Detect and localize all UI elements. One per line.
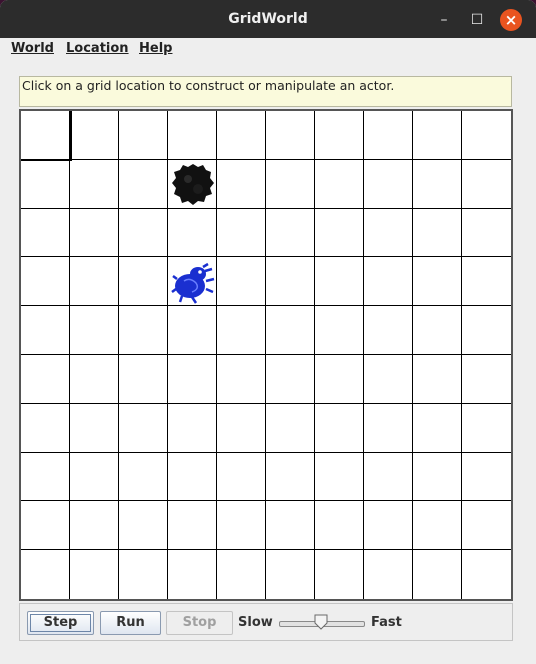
slow-label: Slow [238, 615, 273, 630]
grid-line-vertical [363, 111, 364, 599]
fast-label: Fast [371, 615, 402, 630]
grid-line-vertical [118, 111, 119, 599]
grid-line-horizontal [21, 452, 511, 453]
grid-line-vertical [216, 111, 217, 599]
grid-line-horizontal [21, 256, 511, 257]
menu-bar: World Location Help [0, 38, 536, 60]
menu-location[interactable]: Location [66, 41, 129, 56]
minimize-icon[interactable]: – [433, 9, 455, 31]
menu-location-label: Location [66, 41, 129, 56]
rock-icon[interactable] [170, 161, 216, 211]
grid-line-horizontal [21, 354, 511, 355]
bug-icon[interactable] [170, 259, 216, 309]
grid-line-horizontal [21, 500, 511, 501]
grid-line-horizontal [21, 208, 511, 209]
control-panel: Step Run Stop Slow Fast [19, 603, 513, 641]
grid-line-vertical [314, 111, 315, 599]
grid-line-horizontal [21, 403, 511, 404]
grid-line-horizontal [21, 305, 511, 306]
stop-button[interactable]: Stop [166, 611, 233, 635]
grid-line-vertical [412, 111, 413, 599]
gridworld-window: GridWorld – ☐ × World Location Help Clic… [0, 0, 536, 664]
speed-slider-thumb[interactable] [314, 614, 328, 630]
grid-line-vertical [461, 111, 462, 599]
close-icon[interactable]: × [500, 9, 522, 31]
grid-line-vertical [69, 111, 70, 599]
selected-cell[interactable] [21, 111, 72, 161]
menu-help[interactable]: Help [139, 41, 172, 56]
maximize-icon[interactable]: ☐ [466, 9, 488, 31]
grid-line-horizontal [21, 549, 511, 550]
menu-world[interactable]: World [11, 41, 54, 56]
step-button[interactable]: Step [27, 611, 94, 635]
status-message: Click on a grid location to construct or… [19, 76, 512, 107]
title-bar[interactable]: GridWorld – ☐ × [0, 0, 536, 38]
grid-line-vertical [167, 111, 168, 599]
menu-world-label: World [11, 41, 54, 56]
grid-line-vertical [265, 111, 266, 599]
grid-line-horizontal [21, 159, 511, 160]
world-grid[interactable] [19, 109, 513, 601]
run-button[interactable]: Run [100, 611, 161, 635]
window-title: GridWorld [228, 11, 308, 27]
menu-help-label: Help [139, 41, 173, 56]
